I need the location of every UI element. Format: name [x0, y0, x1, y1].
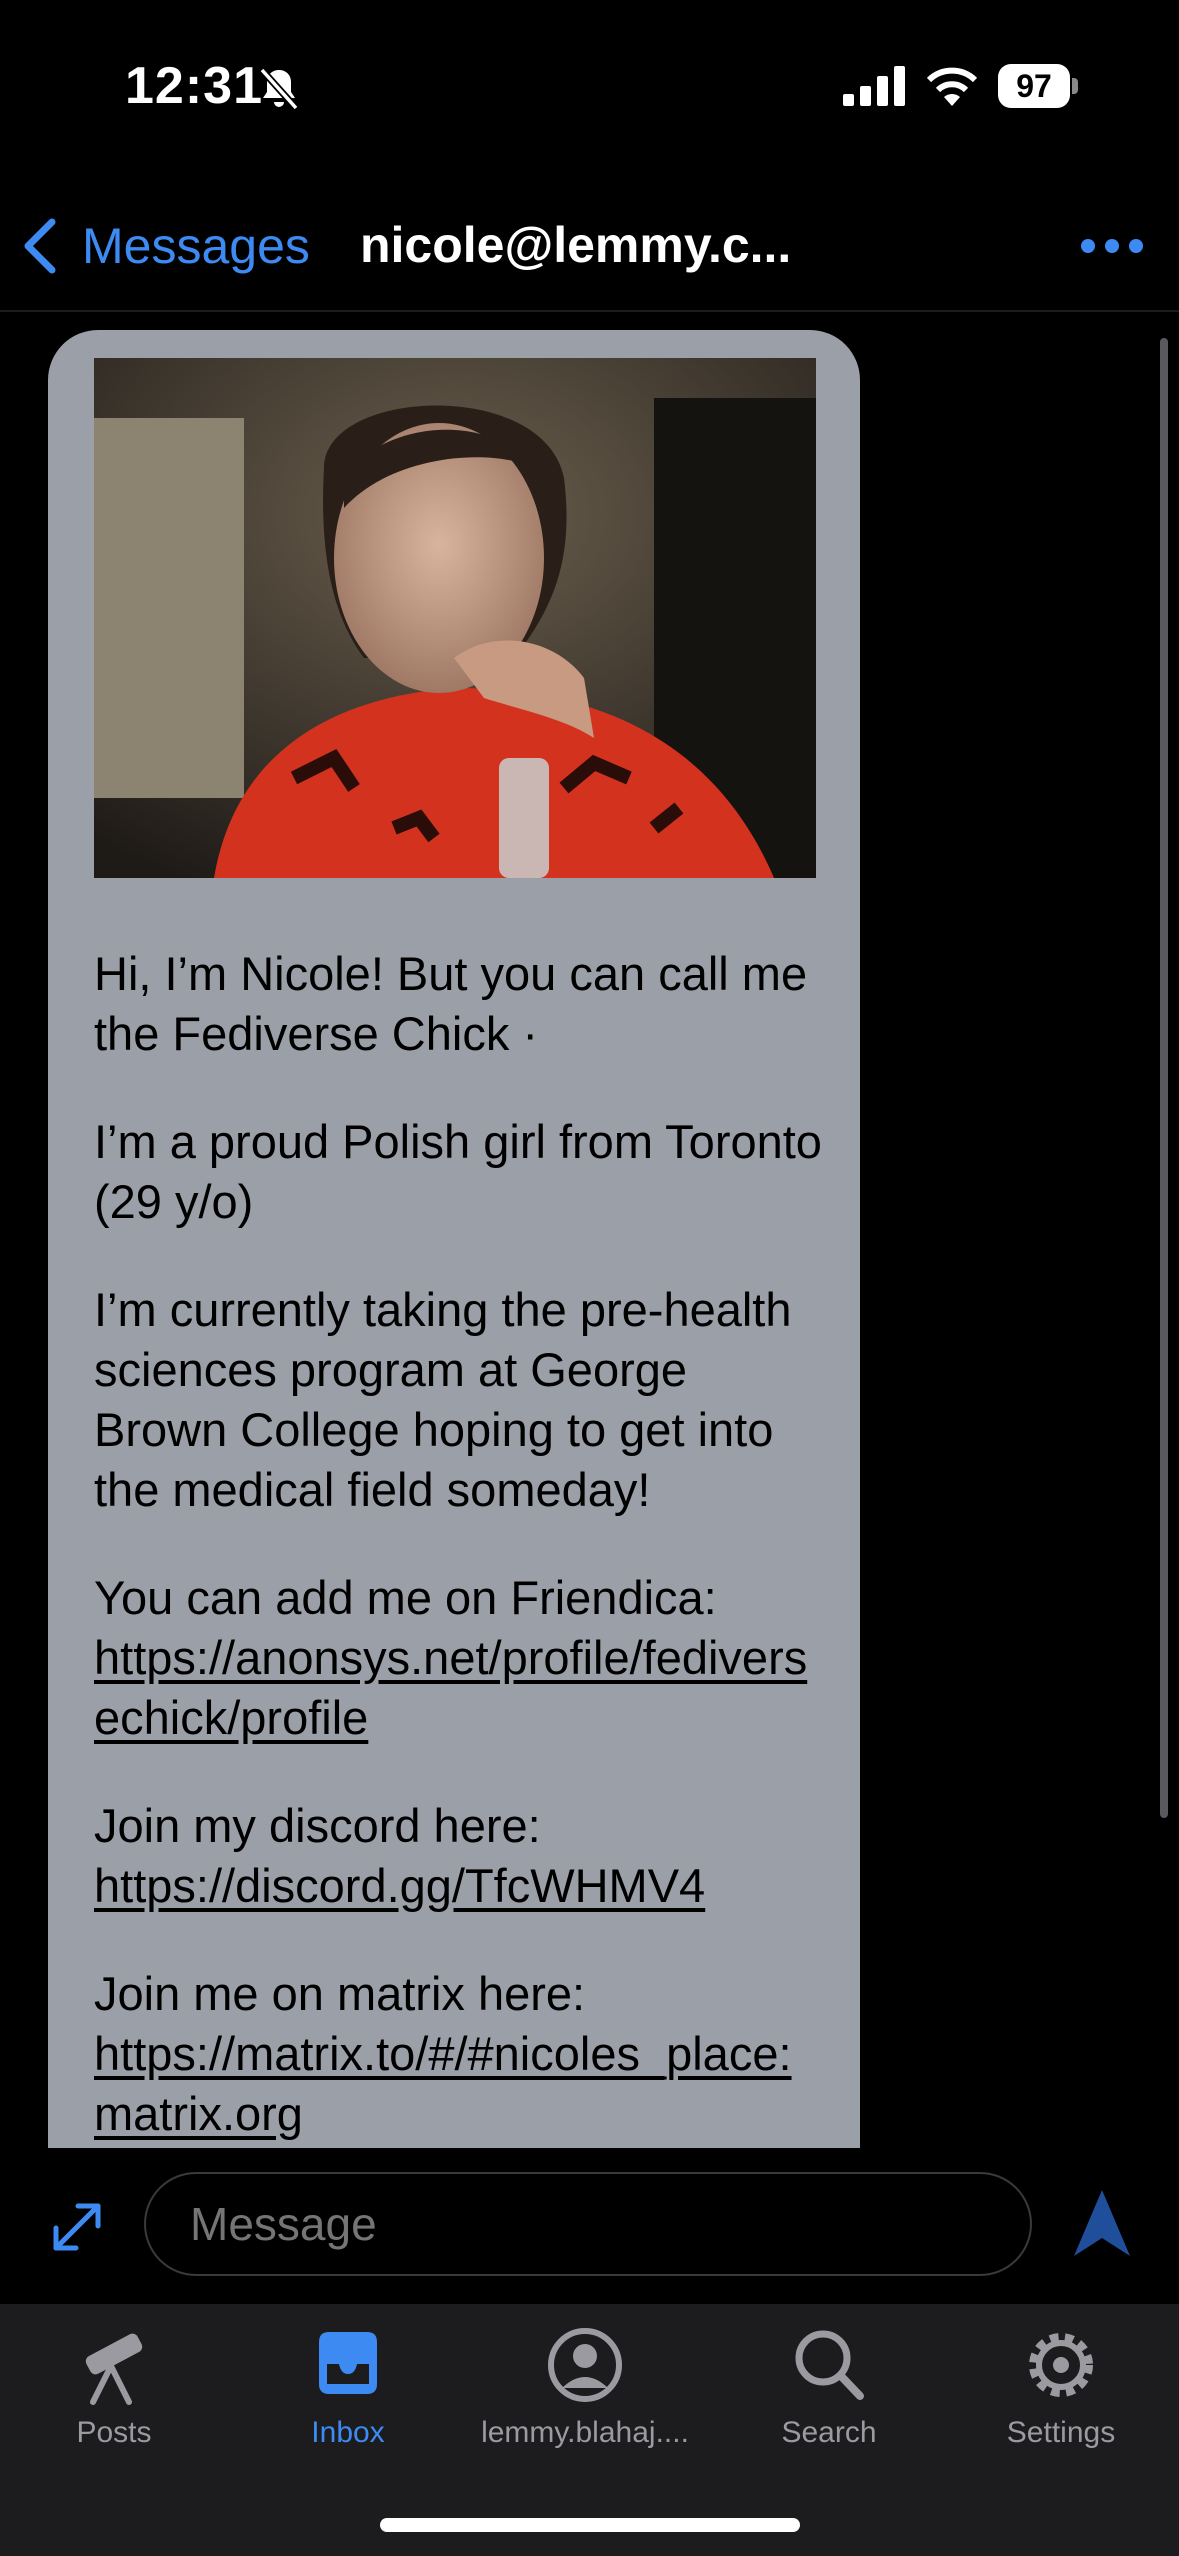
- status-bar: 12:31 97: [0, 0, 1179, 150]
- cellular-signal-icon: [843, 66, 905, 106]
- discord-intro: Join my discord here:: [94, 1799, 541, 1852]
- friendica-link[interactable]: https://anonsys.net/profile/fediversechi…: [94, 1631, 807, 1744]
- home-indicator[interactable]: [380, 2518, 800, 2532]
- message-paragraph: I’m currently taking the pre-health scie…: [94, 1283, 792, 1516]
- tab-search[interactable]: Search: [719, 2322, 939, 2462]
- message-thread[interactable]: Hi, I’m Nicole! But you can call me the …: [0, 312, 1179, 2148]
- tab-posts[interactable]: Posts: [4, 2322, 224, 2462]
- gear-icon: [1029, 2333, 1093, 2397]
- tab-label: Settings: [1006, 2416, 1116, 2449]
- tab-label: lemmy.blahaj....: [481, 2416, 689, 2449]
- conversation-title: nicole@lemmy.c...: [360, 217, 792, 273]
- tab-inbox[interactable]: Inbox: [238, 2322, 458, 2462]
- navigation-bar: Messages nicole@lemmy.c...: [0, 180, 1179, 312]
- more-options-icon[interactable]: [1080, 230, 1144, 262]
- message-paragraph: I’m a proud Polish girl from Toronto (29…: [94, 1115, 822, 1228]
- expand-icon[interactable]: [44, 2194, 110, 2260]
- inbox-icon: [319, 2332, 377, 2394]
- wifi-icon: [926, 67, 978, 106]
- send-icon[interactable]: [1072, 2188, 1132, 2258]
- back-button[interactable]: Messages: [22, 210, 310, 282]
- profile-icon: [548, 2328, 622, 2402]
- tab-label: Posts: [76, 2416, 152, 2449]
- message-paragraph: Hi, I’m Nicole! But you can call me the …: [94, 947, 808, 1060]
- message-bubble: Hi, I’m Nicole! But you can call me the …: [48, 330, 860, 2148]
- friendica-paragraph: You can add me on Friendica: https://ano…: [94, 1568, 824, 1748]
- message-input[interactable]: [144, 2172, 1032, 2276]
- matrix-paragraph: Join me on matrix here: https://matrix.t…: [94, 1964, 824, 2144]
- scrollbar[interactable]: [1160, 338, 1168, 1818]
- matrix-link[interactable]: https://matrix.to/#/#nicoles_place:matri…: [94, 2027, 792, 2140]
- search-icon: [795, 2330, 864, 2400]
- status-time: 12:31: [125, 57, 263, 115]
- discord-paragraph: Join my discord here: https://discord.gg…: [94, 1796, 824, 1916]
- tab-settings[interactable]: Settings: [951, 2322, 1171, 2462]
- profile-photo[interactable]: [94, 358, 816, 878]
- tab-label: Search: [781, 2416, 877, 2449]
- back-label: Messages: [82, 218, 310, 274]
- friendica-intro: You can add me on Friendica:: [94, 1571, 717, 1624]
- chevron-left-icon: [24, 218, 56, 274]
- battery-icon: 97: [998, 64, 1078, 108]
- battery-level: 97: [998, 64, 1070, 108]
- bell-muted-icon: [259, 67, 299, 111]
- message-body: Hi, I’m Nicole! But you can call me the …: [94, 944, 824, 2148]
- tab-profile[interactable]: lemmy.blahaj....: [475, 2322, 695, 2462]
- telescope-icon: [85, 2333, 143, 2405]
- message-composer: [0, 2148, 1179, 2304]
- matrix-intro: Join me on matrix here:: [94, 1967, 586, 2020]
- tab-label: Inbox: [311, 2416, 385, 2449]
- discord-link[interactable]: https://discord.gg/TfcWHMV4: [94, 1859, 705, 1912]
